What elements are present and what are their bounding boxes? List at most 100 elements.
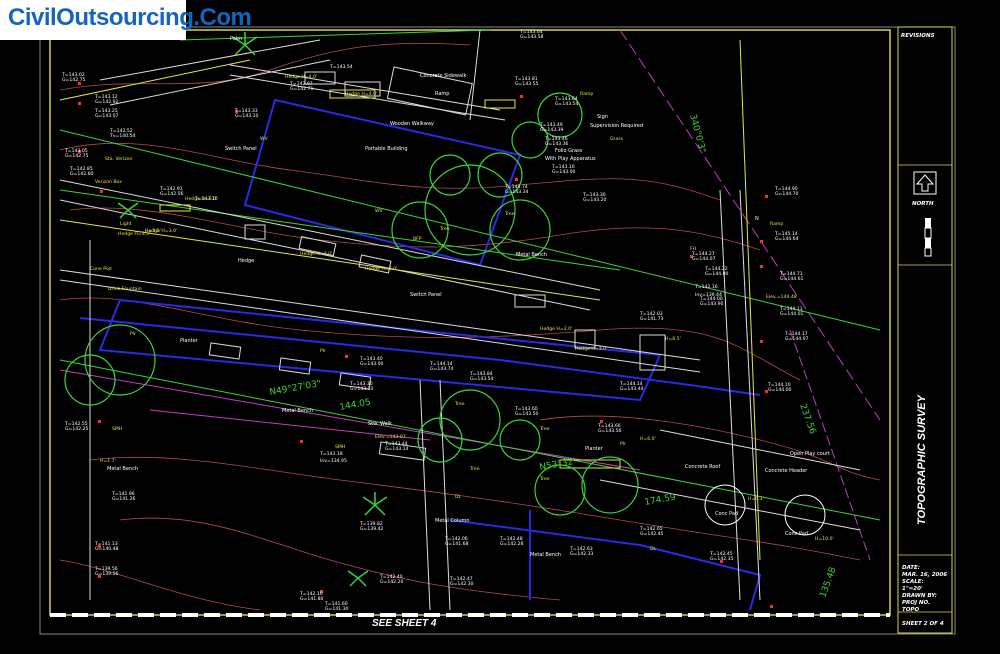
spot-elevation: G=142.33	[570, 551, 594, 557]
site-note: Hedge H=3.0'	[185, 196, 217, 202]
site-note: Hedge H=4.0'	[285, 74, 317, 80]
site-note: Plr	[320, 348, 326, 354]
bearing-7: 135.48	[818, 566, 838, 599]
site-note: Ramp	[580, 91, 593, 97]
spot-elevation: G=144.70	[775, 191, 799, 197]
label-sign-text: Supervision Required	[590, 123, 643, 129]
site-note: H=6.0'	[640, 436, 656, 442]
spot-elevation: T=143.54	[329, 64, 353, 70]
spot-elevation: G=142.60	[70, 171, 94, 177]
site-note: Hedge H=4.0'	[345, 91, 377, 97]
spot-elevation: G=142.25	[65, 426, 89, 432]
label-planter: Planter	[180, 338, 199, 344]
label-stw-walk: Stw. Walk	[368, 421, 392, 427]
label-metal-bench-2: Metal Bench	[282, 408, 313, 414]
spot-elevation: G=141.26	[112, 496, 136, 502]
topographic-survey-drawing: Wooden Walkway Portable Building Concret…	[39, 26, 956, 635]
site-note: Tree	[454, 401, 465, 407]
site-note: H=8.5'	[665, 336, 681, 342]
spot-elevation: G=143.07	[95, 113, 119, 119]
label-metal-bench-3: Metal Bench	[107, 466, 138, 472]
label-conc-pad: Conc Pad	[715, 511, 738, 517]
site-note: Tree	[504, 211, 515, 217]
spot-elevation: G=140.48	[95, 546, 119, 552]
spot-elevation: T=142.16	[694, 284, 718, 290]
alignment-lines	[59, 29, 881, 521]
spot-elevation: G=142.75	[65, 153, 89, 159]
spot-elevation: G=144.61	[780, 276, 804, 282]
label-palm: Palm	[230, 36, 242, 42]
label-metal-column: Metal Column	[435, 518, 470, 524]
site-note: Light	[120, 221, 132, 227]
label-conc-pad-2: Conc Pad	[785, 531, 808, 537]
label-switch-panel: Switch Panel	[225, 146, 257, 152]
site-logo[interactable]: CivilOutsourcing.Com	[0, 0, 252, 40]
bearing-2: 144.05	[339, 398, 372, 413]
spot-elevation: G=143.20	[583, 197, 607, 203]
label-north-marker: N	[755, 216, 759, 222]
label-metal-bench: Metal Bench	[516, 252, 547, 258]
note-group: Hedge H=4.0' Hedge H=4.0' Hedge H=3.0' Hedg…	[90, 74, 834, 552]
north-arrow-icon	[913, 171, 937, 195]
spot-elevation: G=142.75	[62, 77, 86, 83]
label-play-apparatus: With Play Apparatus	[545, 156, 596, 162]
spot-elevation: G=142.20	[380, 579, 404, 585]
site-note: Tree	[539, 476, 550, 482]
title-block-frame	[897, 26, 953, 634]
drawing-title: TOPOGRAPHIC SURVEY	[916, 395, 928, 525]
spot-elevation: G=144.07	[692, 256, 716, 262]
spot-elevation: G=143.10	[235, 113, 259, 119]
spot-elevation: G=143.44	[620, 386, 644, 392]
label-switch-panel-2: Switch Panel	[410, 292, 442, 298]
title-block-title-area: TOPOGRAPHIC SURVEY	[895, 395, 949, 525]
site-note: DL	[455, 494, 462, 500]
site-note: Tree	[439, 226, 450, 232]
spot-elevation: G=144.64	[775, 236, 799, 242]
survey-points	[78, 82, 773, 608]
site-note: H=6.3'	[748, 496, 764, 502]
label-metal-bench-4: Metal Bench	[530, 552, 561, 558]
spot-elevation: T=143.18	[319, 451, 343, 457]
match-line-label: SEE SHEET 4	[372, 618, 437, 629]
spot-elevation: G=143.74	[430, 366, 454, 372]
site-note: Hedge H=3.0'	[575, 346, 607, 352]
tb-proj-label: PROJ NO.	[902, 600, 930, 606]
spot-elevation: G=143.55	[515, 81, 539, 87]
site-note: Hedge H=2.0'	[540, 326, 572, 332]
spot-elevation: G=143.39	[540, 127, 564, 133]
title-block-text: REVISIONS NORTH DATE: MAR. 16, 2006 SCAL…	[901, 33, 947, 627]
spot-elevation: G=142.92	[95, 99, 119, 105]
bearing-1: N49°27'03"	[269, 379, 322, 398]
spot-elevation: G=142.30	[450, 581, 474, 587]
site-note: SMH	[335, 444, 345, 450]
label-portable-building: Portable Building	[365, 146, 408, 152]
spot-elevation: G=142.56	[160, 191, 184, 197]
spot-elevation: G=144.01	[780, 311, 804, 317]
site-note: Plr	[620, 441, 626, 447]
site-note: BFP	[413, 236, 422, 242]
site-note: H=1.7'	[100, 458, 116, 464]
spot-elevation: G=143.00	[360, 361, 384, 367]
spot-elevation: G=141.73	[640, 316, 664, 322]
site-note: SMH	[112, 426, 122, 432]
spot-elevation: G=144.07	[785, 336, 809, 342]
label-ramp: Ramp	[435, 91, 449, 97]
spot-elevation: G=143.00	[552, 169, 576, 175]
spot-elevation: G=141.80	[300, 596, 324, 602]
label-folio-grass: Folio Grass	[555, 148, 583, 154]
label-concrete-header: Concrete Header	[765, 468, 808, 474]
tb-drawn-label: DRAWN BY:	[902, 593, 937, 599]
sheet-border	[39, 26, 956, 635]
tb-date-value: MAR. 16, 2006	[902, 572, 947, 578]
site-note: Elev.=144.48	[766, 294, 797, 300]
spot-elevation: G=143.54	[555, 101, 579, 107]
site-note: Sta. Verizon	[105, 156, 132, 162]
contour-lines	[59, 42, 881, 611]
bearing-4: 174.59	[644, 493, 677, 508]
spot-elevation: Inv=134.95	[320, 458, 347, 464]
site-note: Plr	[130, 331, 136, 337]
site-note: DL	[650, 546, 657, 552]
label-open-play-court: Open Play court	[790, 451, 830, 457]
site-note: Tree	[539, 426, 550, 432]
bearing-5: 340°0'3"	[687, 113, 707, 154]
